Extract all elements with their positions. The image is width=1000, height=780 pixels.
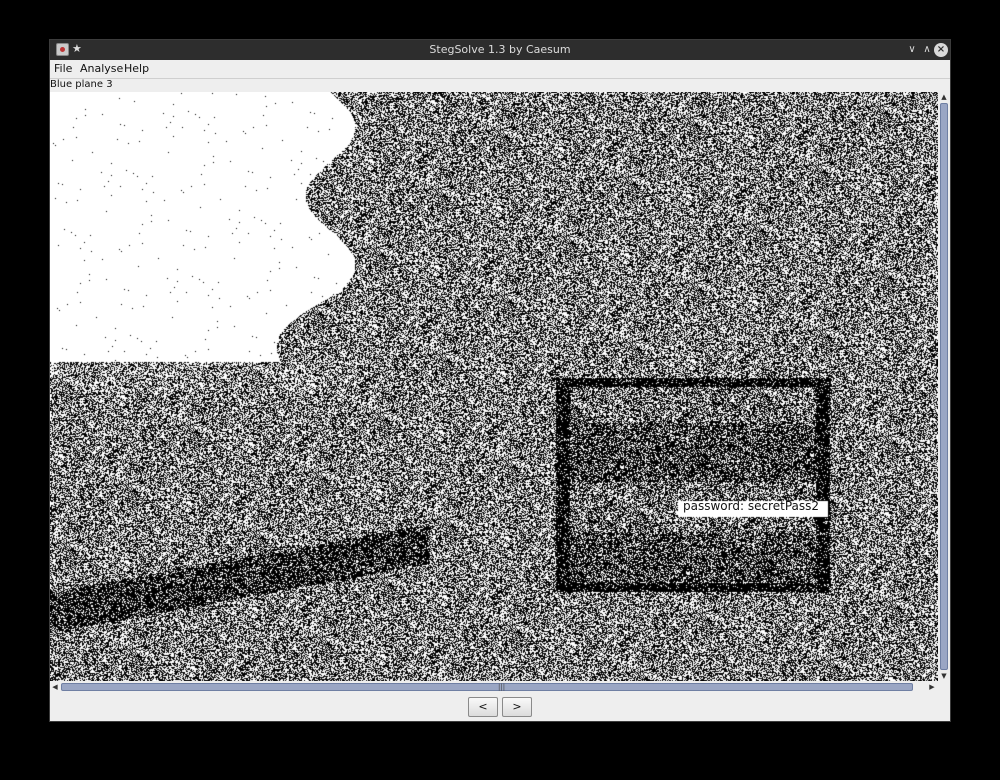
image-viewport[interactable]: password: secretPass2 [50, 92, 938, 681]
scroll-left-icon[interactable]: ◀ [50, 681, 60, 693]
title-bar[interactable]: ★ StegSolve 1.3 by Caesum ∨ ∧ × [50, 40, 950, 60]
horizontal-scroll-thumb[interactable]: ||| [61, 683, 913, 691]
scroll-grip-icon: ||| [498, 683, 506, 691]
vertical-scrollbar[interactable]: ▲ ▼ [938, 92, 950, 681]
menu-file[interactable]: File [54, 62, 72, 75]
maximize-icon[interactable]: ∧ [919, 42, 935, 58]
menu-bar: File Analyse Help [50, 60, 950, 79]
horizontal-scrollbar[interactable]: ◀ ||| ▶ [50, 681, 938, 693]
window-title: StegSolve 1.3 by Caesum [429, 43, 571, 56]
menu-help[interactable]: Help [124, 62, 149, 75]
minimize-icon[interactable]: ∨ [904, 42, 920, 58]
scroll-up-icon[interactable]: ▲ [938, 92, 950, 102]
menu-analyse[interactable]: Analyse [80, 62, 123, 75]
scroll-right-icon[interactable]: ▶ [927, 681, 937, 693]
next-plane-button[interactable]: > [502, 697, 532, 717]
plane-label: Blue plane 3 [50, 79, 113, 90]
scroll-down-icon[interactable]: ▼ [938, 671, 950, 681]
hidden-password-text: password: secretPass2 [683, 499, 820, 513]
stegsolve-window: ★ StegSolve 1.3 by Caesum ∨ ∧ × File Ana… [49, 39, 951, 722]
scrollbar-corner [938, 681, 950, 693]
vertical-scroll-thumb[interactable] [940, 103, 948, 670]
previous-plane-button[interactable]: < [468, 697, 498, 717]
menu-divider [50, 78, 950, 79]
plane-navigation: < > [50, 693, 950, 721]
close-icon[interactable]: × [934, 43, 948, 57]
bit-plane-image [50, 92, 938, 681]
